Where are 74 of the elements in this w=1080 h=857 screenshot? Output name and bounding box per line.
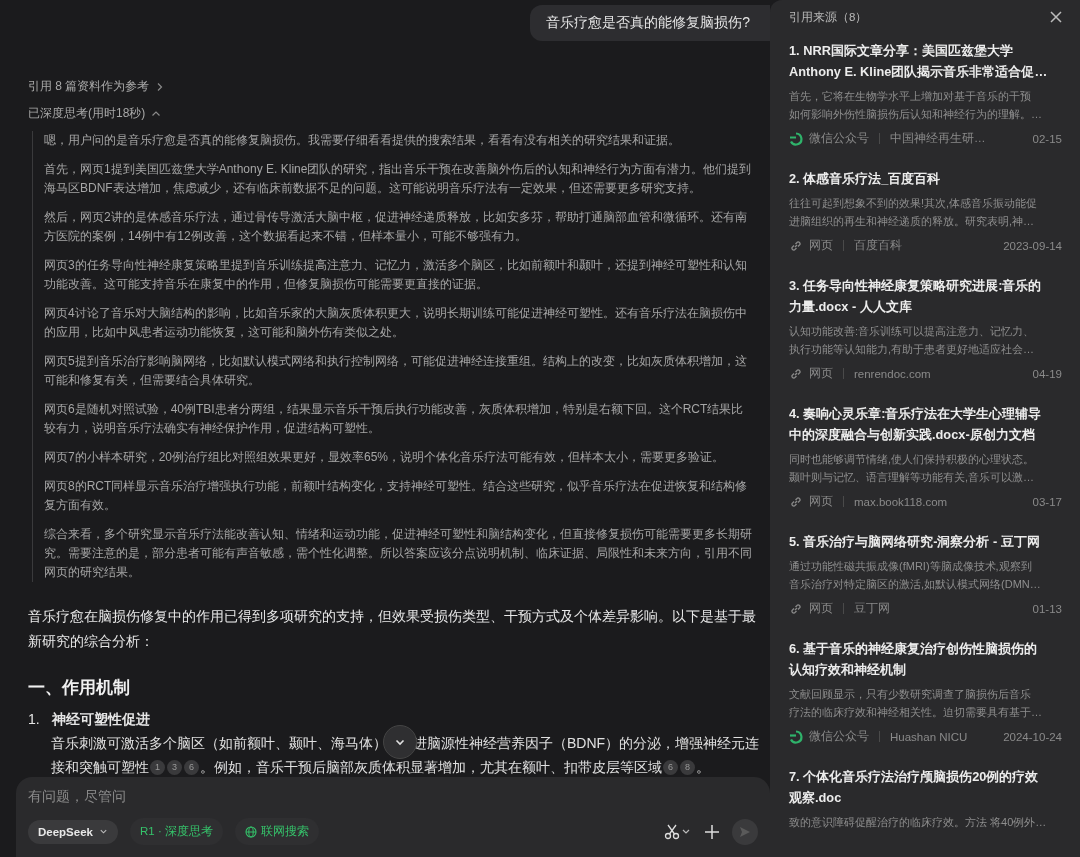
source-type: 网页 (809, 238, 833, 253)
thinking-paragraph: 网页7的小样本研究，20例治疗组比对照组效果更好，显效率65%，说明个体化音乐疗法可能有效，但样本太小，需要更多验证。 (44, 449, 726, 466)
source-snippet: 同时也能够调节情绪,使人们保持积极的心理状态。 颞叶则与记忆、语言理解等功能有关,音乐可以激… (789, 452, 1036, 485)
feature-toggle[interactable]: R1 · 深度思考 (130, 818, 223, 845)
thinking-paragraph: 然后，网页2讲的是体感音乐疗法，通过骨传导激活大脑中枢，促进神经递质释放，比如安多芬，帮助打通脑部血管和微循环。还有南 方医院的案例，14例中有12例改善，这个数据看起来不错，但样本量小，可能不够强有力。 (44, 209, 748, 245)
source-snippet: 首先，它将在生物学水平上增加对基于音乐的干预 如何影响外伤性脑损伤后认知和神经行为的理解。… (789, 89, 1043, 122)
link-icon (789, 494, 803, 509)
source-snippet: 通过功能性磁共振成像(fMRI)等脑成像技术,观察到 音乐治疗对特定脑区的激活,如默认模式网络(DMN… (789, 559, 1042, 592)
source-type: 微信公众号 (809, 729, 869, 744)
source-title[interactable]: 5. 音乐治疗与脑网络研究-洞察分析 - 豆丁网 (789, 531, 1062, 552)
source-title[interactable]: 3. 任务导向性神经康复策略研究进展:音乐的 力量.docx - 人人文库 (789, 275, 1062, 317)
answer-text: 音乐刺激可激活多个脑区（如前额叶、颞叶、海马体） (51, 734, 387, 753)
source-snippet: 文献回顾显示，只有少数研究调查了脑损伤后音乐 疗法的临床疗效和神经相关性。迫切需要具有基于… (789, 687, 1043, 720)
send-icon (738, 824, 752, 839)
source-title[interactable]: 4. 奏响心灵乐章:音乐疗法在大学生心理辅导 中的深度融合与创新实践.docx-原创力文档 (789, 403, 1062, 445)
source-title[interactable]: 6. 基于音乐的神经康复治疗创伤性脑损伤的 认知疗效和神经机制 (789, 638, 1062, 680)
citation-badge[interactable]: 8 (680, 759, 695, 775)
answer-paragraph: 音乐疗愈在脑损伤修复中的作用已得到多项研究的支持，但效果受损伤类型、干预方式及个体差异影响。以下是基于最 新研究的综合分析： (28, 608, 757, 651)
thinking-paragraph: 网页3的任务导向性神经康复策略里提到音乐训练提高注意力、记忆力，激活多个脑区，比如前额叶和颞叶，还提到神经可塑性和认知 功能改善。这可能支持音乐在康复中的作用，但修复脑损伤可能需要更直接的证据。 (44, 257, 748, 293)
source-date: 03-17 (1032, 495, 1062, 508)
caret-icon (99, 827, 108, 836)
source-type: 微信公众号 (809, 131, 869, 146)
source-date: 2023-09-14 (1003, 239, 1062, 252)
citation-badge[interactable]: 3 (167, 759, 182, 775)
globe-icon (244, 825, 257, 838)
thinking-paragraph: 首先，网页1提到美国匹兹堡大学Anthony E. Kline团队的研究，指出音乐干预在改善脑外伤后的认知和神经行为方面有潜力。他们提到 海马区BDNF表达增加，焦虑减少，还有临床前数据不足的问题。这可能说明音乐疗法有一定效果，但还需要更多研究支持。 (44, 161, 753, 197)
source-snippet: 致的意识障碍促醒治疗的临床疗效。方法 将40例外… (789, 815, 1048, 830)
link-icon (789, 238, 803, 253)
thinking-paragraph: 网页5提到音乐治疗影响脑网络，比如默认模式网络和执行控制网络，可能促进神经连接重组。结构上的改变，比如灰质体积增加，这 可能和修复有关，但需要结合具体研究。 (44, 353, 748, 389)
answer-text: 。例如，音乐干预后脑部灰质体积显著增加，尤其在额叶、扣带皮层等区域 (200, 758, 662, 777)
citation-badge[interactable]: 6 (663, 759, 678, 775)
close-icon[interactable] (1050, 11, 1062, 23)
source-snippet: 认知功能改善:音乐训练可以提高注意力、记忆力、 执行功能等认知能力,有助于患者更好地适应社会… (789, 324, 1036, 357)
thinking-paragraph: 网页4讨论了音乐对大脑结构的影响，比如音乐家的大脑灰质体积更大，说明长期训练可能促进神经可塑性。还有音乐疗法在脑损伤中 的应用，比如中风患者运动功能恢复，这可能和脑外伤有类似之处。 (44, 305, 748, 341)
thinking-toggle[interactable]: 已深度思考(用时18秒) (28, 102, 162, 125)
source-title[interactable]: 1. NRR国际文章分享：美国匹兹堡大学 Anthony E. Kline团队揭示音乐非常适合促… (789, 40, 1062, 82)
source-type: 网页 (809, 601, 833, 616)
answer-text: 。 (696, 758, 710, 777)
panel-title: 引用来源（8） (789, 9, 868, 25)
scroll-down-button[interactable] (383, 725, 417, 759)
list-number: 1. (28, 710, 41, 729)
source-publisher: max.book118.com (854, 495, 948, 508)
answer-text: 接和突触可塑性 (51, 758, 149, 777)
source-date: 01-13 (1032, 602, 1062, 615)
source-snippet: 往往可起到想象不到的效果!其次,体感音乐振动能促 进脑组织的再生和神经递质的释放。研究表明,神… (789, 196, 1039, 229)
thinking-paragraph: 网页6是随机对照试验，40例TBI患者分两组，结果显示音乐干预后执行功能改善，灰质体积增加，特别是右额下回。这个RCT结果比 较有力，说明音乐疗法确实有神经保护作用，促进结构可塑性。 (44, 401, 745, 437)
thinking-paragraph: 嗯，用户问的是音乐疗愈是否真的能修复脑损伤。我需要仔细看看提供的搜索结果，看看有没有相关的研究结果和证据。 (44, 132, 681, 149)
references-toggle[interactable]: 引用 8 篇资料作为参考 (28, 75, 166, 98)
source-date: 02-15 (1032, 132, 1062, 145)
source-date: 2024-10-24 (1003, 730, 1062, 743)
source-title[interactable]: 7. 个体化音乐疗法治疗颅脑损伤20例的疗效 观察.doc (789, 766, 1062, 808)
feature-toggle[interactable]: 联网搜索 (234, 818, 319, 845)
thinking-paragraph: 综合来看，多个研究显示音乐疗法能改善认知、情绪和运动功能，促进神经可塑性和脑结构变化，但直接修复损伤可能需要更多长期研 究。需要注意的是，部分患者可能有声音敏感，需个性化调整。所以答案应该分点说明机制、临床证据、局限性和未来方向，引用不同 网页的研究结果。 (44, 526, 753, 581)
source-type: 网页 (809, 494, 833, 509)
citation-badge[interactable]: 1 (150, 759, 165, 775)
source-publisher: 中国神经再生研… (890, 131, 986, 146)
link-icon (789, 601, 803, 616)
model-selector[interactable]: DeepSeek (28, 819, 118, 844)
link-icon (789, 366, 803, 381)
section-heading: 一、作用机制 (28, 677, 131, 699)
source-title[interactable]: 2. 体感音乐疗法_百度百科 (789, 168, 1062, 189)
scissors-icon[interactable] (664, 823, 692, 840)
prompt-field[interactable]: 有问题，尽管问 (28, 787, 758, 806)
source-publisher: renrendoc.com (854, 367, 931, 380)
citation-badge[interactable]: 6 (184, 759, 199, 775)
plus-icon[interactable] (704, 823, 720, 840)
source-publisher: 豆丁网 (854, 601, 890, 616)
list-item-title: 神经可塑性促进 (52, 710, 150, 729)
thinking-paragraph: 网页8的RCT同样显示音乐治疗增强执行功能，前额叶结构变化，支持神经可塑性。结合这些研究，似乎音乐疗法在促进恢复和结构修 复方面有效。 (44, 478, 749, 514)
user-message: 音乐疗愈是否真的能修复脑损伤? (530, 5, 770, 41)
source-date: 04-19 (1032, 367, 1062, 380)
source-type: 网页 (809, 366, 833, 381)
source-publisher: Huashan NICU (890, 730, 968, 743)
source-publisher: 百度百科 (854, 238, 902, 253)
